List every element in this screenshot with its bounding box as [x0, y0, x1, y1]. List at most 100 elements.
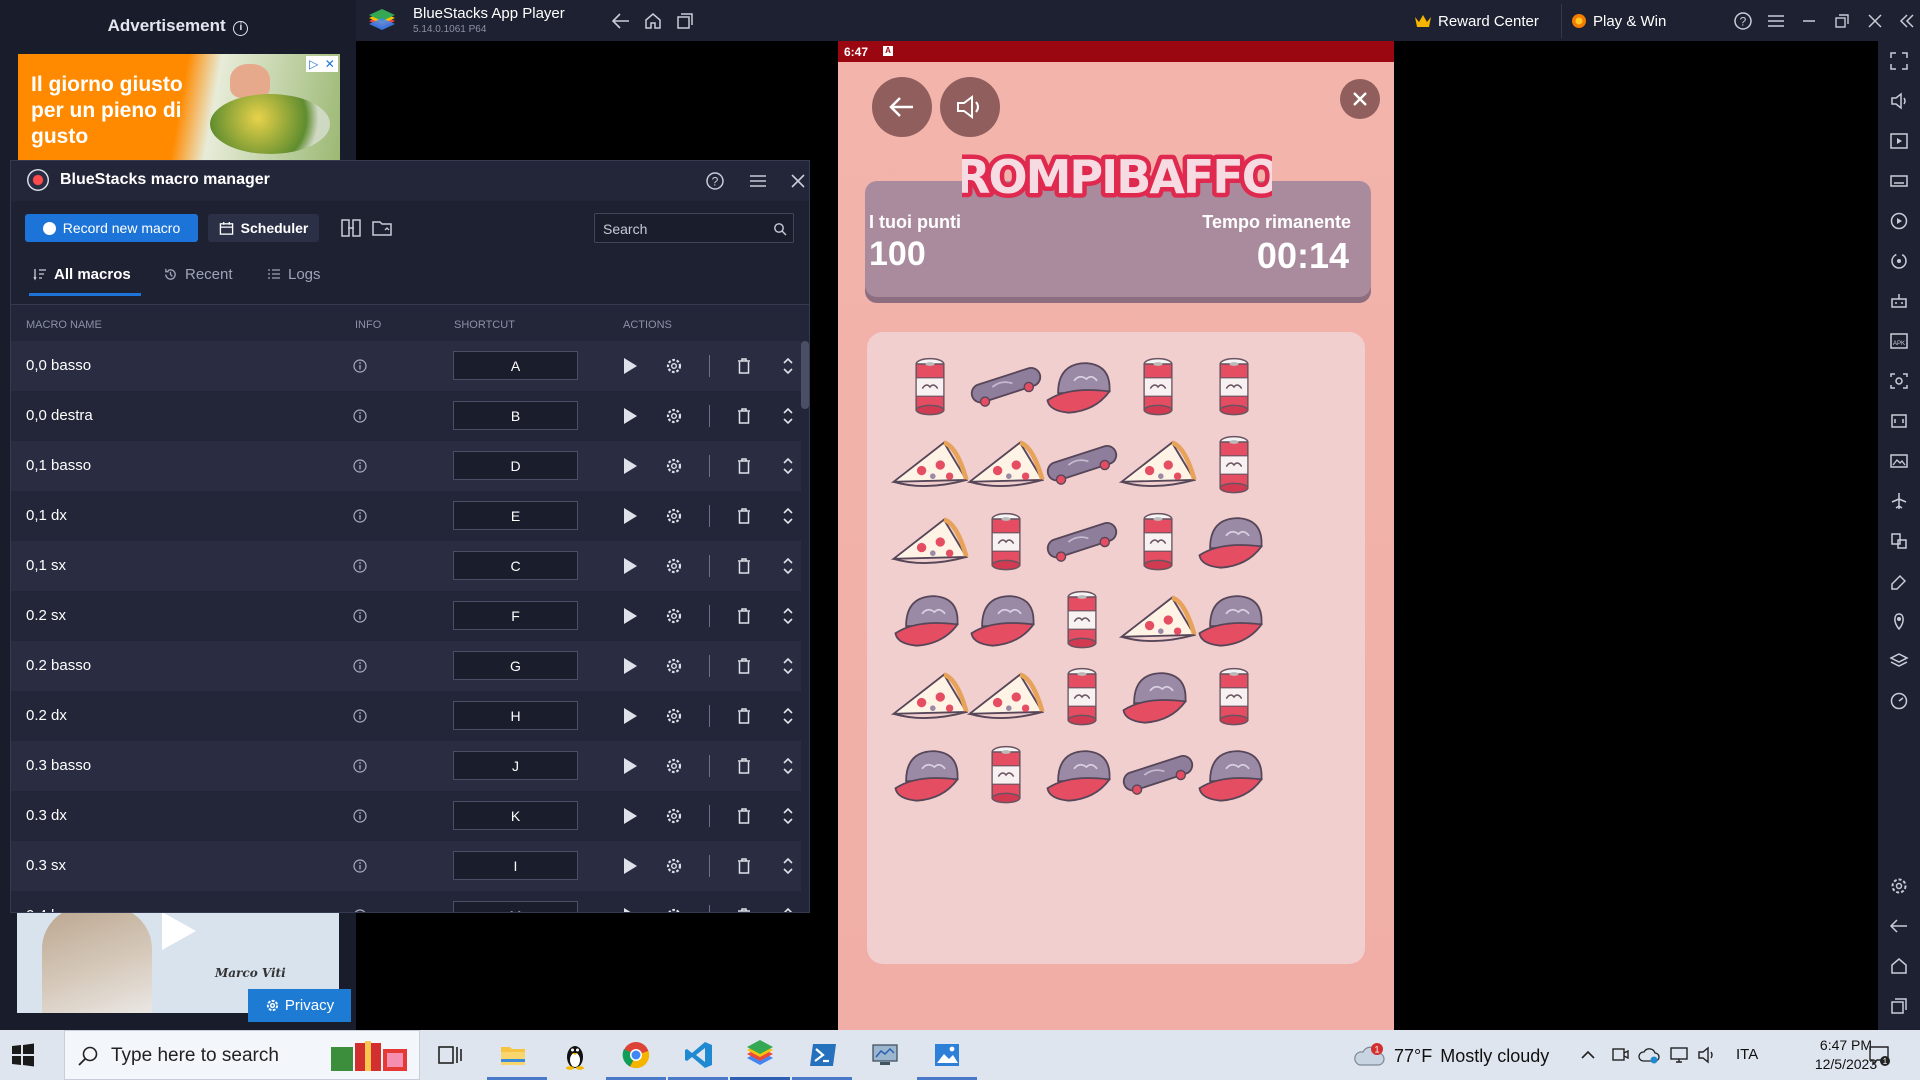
game-close-button[interactable]	[1340, 79, 1380, 119]
help-icon[interactable]: ?	[1730, 8, 1756, 34]
game-tile-cap[interactable]	[1189, 575, 1279, 665]
shortcut-field[interactable]: A	[453, 351, 578, 380]
table-row[interactable]: 0.4 basso M	[11, 891, 801, 913]
chrome-icon[interactable]	[621, 1040, 651, 1070]
multi-instance-icon[interactable]	[672, 8, 698, 34]
android-home-icon[interactable]	[1889, 956, 1909, 976]
gear-icon[interactable]	[665, 357, 683, 375]
android-recents-icon[interactable]	[1889, 996, 1909, 1016]
table-row[interactable]: 0.2 sx F	[11, 591, 801, 641]
home-icon[interactable]	[640, 8, 666, 34]
shortcut-field[interactable]: J	[453, 751, 578, 780]
gear-icon[interactable]	[665, 457, 683, 475]
screenshot-icon[interactable]	[1889, 371, 1909, 391]
gear-icon[interactable]	[665, 907, 683, 913]
table-row[interactable]: 0.3 sx I	[11, 841, 801, 891]
info-icon[interactable]	[353, 459, 367, 473]
play-icon[interactable]	[624, 658, 637, 674]
table-row[interactable]: 0,1 basso D	[11, 441, 801, 491]
table-row[interactable]: 0.2 basso G	[11, 641, 801, 691]
info-icon[interactable]	[353, 709, 367, 723]
reorder-icon[interactable]	[782, 906, 794, 913]
play-icon[interactable]	[624, 708, 637, 724]
play-icon[interactable]	[624, 408, 637, 424]
shortcut-field[interactable]: H	[453, 701, 578, 730]
reorder-icon[interactable]	[782, 456, 794, 476]
trash-icon[interactable]	[736, 657, 752, 675]
ad-close-icon[interactable]: ▷ ✕	[306, 56, 338, 72]
trash-icon[interactable]	[736, 507, 752, 525]
info-icon[interactable]	[353, 409, 367, 423]
minimize-icon[interactable]	[1796, 8, 1822, 34]
speaker-icon[interactable]	[1696, 1045, 1718, 1065]
shortcut-field[interactable]: E	[453, 501, 578, 530]
weather-widget[interactable]: 1 77°F Mostly cloudy	[1352, 1043, 1549, 1069]
macro-list-scrollbar[interactable]	[801, 341, 809, 409]
bluestacks-taskbar-icon[interactable]	[745, 1040, 775, 1070]
game-tile-cap[interactable]	[1189, 497, 1279, 587]
trash-icon[interactable]	[736, 907, 752, 913]
table-row[interactable]: 0,1 dx E	[11, 491, 801, 541]
scheduler-button[interactable]: Scheduler	[208, 214, 319, 242]
play-icon[interactable]	[624, 808, 637, 824]
android-back-icon[interactable]	[1889, 916, 1909, 936]
info-icon[interactable]	[353, 609, 367, 623]
table-row[interactable]: 0.3 basso J	[11, 741, 801, 791]
gear-icon[interactable]	[665, 507, 683, 525]
powershell-icon[interactable]	[808, 1040, 838, 1070]
info-icon[interactable]	[353, 509, 367, 523]
import-folder-icon[interactable]	[371, 217, 393, 239]
merge-macros-icon[interactable]	[340, 217, 362, 239]
network-icon[interactable]	[1668, 1045, 1690, 1065]
play-icon[interactable]	[162, 912, 196, 950]
shortcut-field[interactable]: C	[453, 551, 578, 580]
apk-icon[interactable]: APK	[1889, 331, 1909, 351]
task-view-icon[interactable]	[435, 1040, 465, 1070]
game-tile-can[interactable]	[1189, 420, 1279, 510]
shortcut-field[interactable]: B	[453, 401, 578, 430]
game-tile-cap[interactable]	[1189, 730, 1279, 820]
game-sound-button[interactable]	[940, 77, 1000, 137]
trash-icon[interactable]	[736, 407, 752, 425]
record-screen-icon[interactable]	[1889, 131, 1909, 151]
info-icon[interactable]	[353, 859, 367, 873]
gear-icon[interactable]	[665, 857, 683, 875]
info-icon[interactable]	[353, 909, 367, 913]
trash-icon[interactable]	[736, 807, 752, 825]
sync-icon[interactable]	[1889, 251, 1909, 271]
capture-region-icon[interactable]	[1889, 411, 1909, 431]
close-icon[interactable]	[1862, 8, 1888, 34]
cloud-sync-icon[interactable]	[1638, 1045, 1660, 1065]
shortcut-field[interactable]: K	[453, 801, 578, 830]
record-new-macro-button[interactable]: Record new macro	[25, 214, 198, 242]
android-screen[interactable]: 6:47 A I tuoi punti 100 Tempo rimanente …	[838, 41, 1394, 1030]
reorder-icon[interactable]	[782, 606, 794, 626]
taskbar-search-box[interactable]: Type here to search	[64, 1030, 420, 1080]
play-icon[interactable]	[624, 558, 637, 574]
shortcut-field[interactable]: G	[453, 651, 578, 680]
info-icon[interactable]: i	[233, 21, 249, 36]
reorder-icon[interactable]	[782, 806, 794, 826]
reorder-icon[interactable]	[782, 706, 794, 726]
notification-icon[interactable]: 1	[1868, 1044, 1890, 1066]
privacy-button[interactable]: Privacy	[248, 989, 351, 1022]
reorder-icon[interactable]	[782, 406, 794, 426]
gear-icon[interactable]	[665, 707, 683, 725]
play-icon[interactable]	[624, 858, 637, 874]
search-highlight-icon[interactable]	[327, 1037, 413, 1075]
webcam-icon[interactable]	[1610, 1045, 1630, 1065]
info-icon[interactable]	[353, 359, 367, 373]
reorder-icon[interactable]	[782, 656, 794, 676]
fullscreen-icon[interactable]	[1889, 51, 1909, 71]
close-icon[interactable]	[786, 169, 809, 193]
trash-icon[interactable]	[736, 557, 752, 575]
info-icon[interactable]	[353, 759, 367, 773]
game-tile-can[interactable]	[1189, 652, 1279, 742]
tab-all-macros[interactable]: All macros	[33, 261, 131, 287]
airplane-icon[interactable]	[1889, 491, 1909, 511]
gear-icon[interactable]	[665, 807, 683, 825]
table-row[interactable]: 0,1 sx C	[11, 541, 801, 591]
speed-icon[interactable]	[1889, 691, 1909, 711]
monitor-app-icon[interactable]	[870, 1040, 900, 1070]
location-icon[interactable]	[1889, 611, 1909, 631]
